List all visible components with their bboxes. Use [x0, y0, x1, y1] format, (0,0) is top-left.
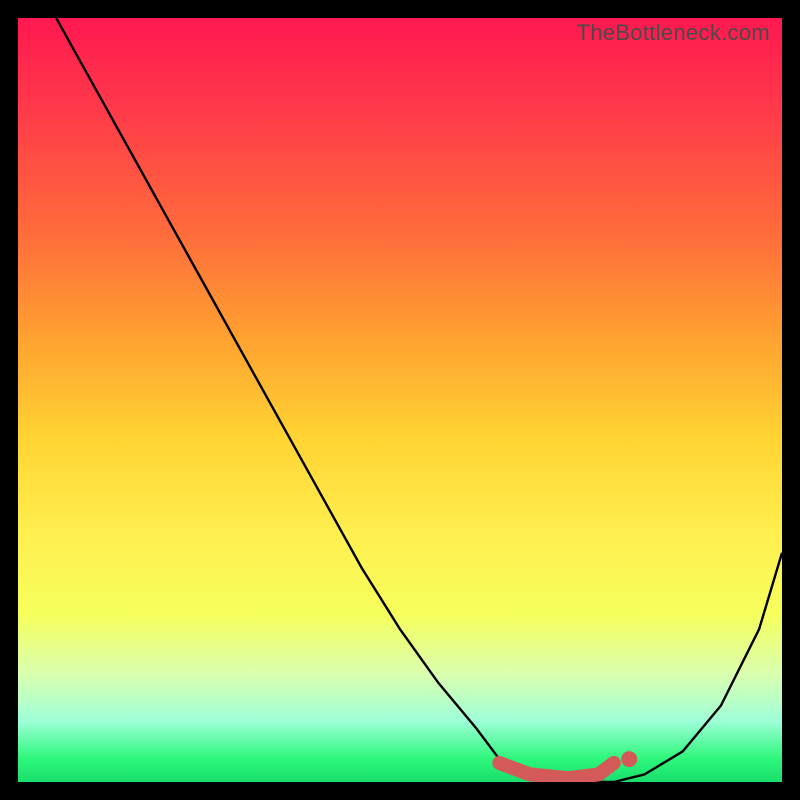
- chart-container: TheBottleneck.com: [0, 0, 800, 800]
- plot-area: TheBottleneck.com: [18, 18, 782, 782]
- curve-layer: [18, 18, 782, 782]
- marker-dot: [621, 751, 637, 767]
- marker-segment: [499, 763, 614, 778]
- bottleneck-curve: [56, 18, 782, 782]
- watermark-text: TheBottleneck.com: [577, 20, 770, 46]
